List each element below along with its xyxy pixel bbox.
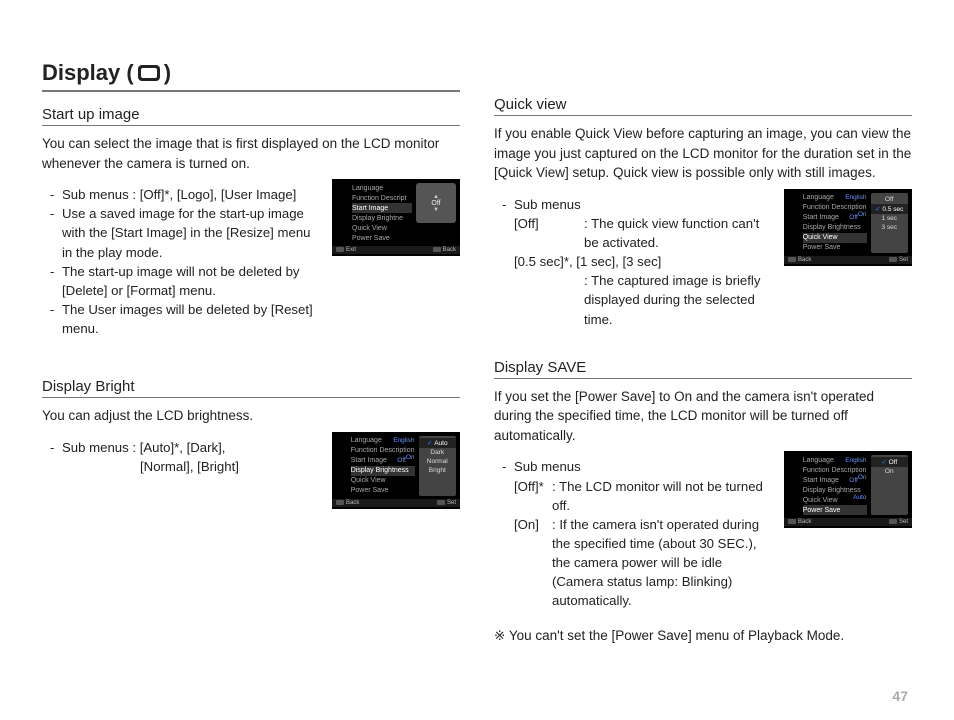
quick-footer-left: Back xyxy=(788,257,811,263)
section-bright-intro: You can adjust the LCD brightness. xyxy=(42,406,460,426)
save-submenus-label: Sub menus xyxy=(514,457,581,476)
section-quick-heading: Quick view xyxy=(494,96,912,116)
bright-screen: LanguageEnglishFunction DescriptionOnSta… xyxy=(332,432,460,509)
quick-times-label: [0.5 sec]*, [1 sec], [3 sec] xyxy=(514,252,772,271)
bright-screen-options: AutoDarkNormalBright xyxy=(419,436,456,496)
section-startup-intro: You can select the image that is first d… xyxy=(42,134,460,173)
startup-bullet-3: The start-up image will not be deleted b… xyxy=(62,262,320,300)
left-column: Display ( ) Start up image You can selec… xyxy=(42,60,460,652)
quick-screen-options: Off0.5 sec1 sec3 sec xyxy=(871,193,908,253)
section-startup-heading: Start up image xyxy=(42,106,460,126)
save-screen: LanguageEnglishFunction DescriptionOnSta… xyxy=(784,451,912,528)
startup-popup-value: Off xyxy=(431,200,440,207)
page-number: 47 xyxy=(892,688,908,704)
section-bright-bullets: - Sub menus : [Auto]*, [Dark], [Normal],… xyxy=(50,438,320,476)
save-off-desc: : The LCD monitor will not be turned off… xyxy=(552,477,772,515)
save-on-desc: : If the camera isn't operated during th… xyxy=(552,515,772,611)
page-title-text-1: Display ( xyxy=(42,60,134,86)
section-quick-intro: If you enable Quick View before capturin… xyxy=(494,124,912,183)
section-startup-bullets: -Sub menus : [Off]*, [Logo], [User Image… xyxy=(50,185,320,338)
save-footer-right: Set xyxy=(889,519,908,525)
startup-footer-right: Back xyxy=(433,247,456,253)
quick-off-label: [Off] xyxy=(514,214,584,252)
display-icon xyxy=(138,65,160,81)
save-on-label: [On] xyxy=(514,515,552,611)
startup-screen-popup: ▲ Off ▼ xyxy=(416,183,456,223)
page-title: Display ( ) xyxy=(42,60,460,92)
startup-bullet-1: Sub menus : [Off]*, [Logo], [User Image] xyxy=(62,185,296,204)
section-save-bullets: -Sub menus [Off]* : The LCD monitor will… xyxy=(502,457,772,610)
quick-screen: LanguageEnglishFunction DescriptionOnSta… xyxy=(784,189,912,266)
page-title-text-2: ) xyxy=(164,60,171,86)
section-quick-bullets: -Sub menus [Off] : The quick view functi… xyxy=(502,195,772,329)
quick-footer-right: Set xyxy=(889,257,908,263)
section-save-heading: Display SAVE xyxy=(494,359,912,379)
section-save-intro: If you set the [Power Save] to On and th… xyxy=(494,387,912,446)
startup-bullet-4: The User images will be deleted by [Rese… xyxy=(62,300,320,338)
startup-bullet-2: Use a saved image for the start-up image… xyxy=(62,204,320,261)
startup-screen: LanguageFunction DescriptStart ImageDisp… xyxy=(332,179,460,256)
quick-times-desc: : The captured image is briefly displaye… xyxy=(514,271,772,328)
save-screen-options: OffOn xyxy=(871,455,908,515)
right-column: Quick view If you enable Quick View befo… xyxy=(494,60,912,652)
bright-footer-left: Back xyxy=(336,500,359,506)
save-note: ※ You can't set the [Power Save] menu of… xyxy=(494,626,912,646)
quick-submenus-label: Sub menus xyxy=(514,195,581,214)
save-footer-left: Back xyxy=(788,519,811,525)
quick-off-desc: : The quick view function can't be activ… xyxy=(584,214,772,252)
section-bright-heading: Display Bright xyxy=(42,378,460,398)
startup-footer-left: Exit xyxy=(336,247,356,253)
bright-bullet-1b: [Normal], [Bright] xyxy=(62,459,239,474)
save-off-label: [Off]* xyxy=(514,477,552,515)
bright-footer-right: Set xyxy=(437,500,456,506)
bright-bullet-1: Sub menus : [Auto]*, [Dark], xyxy=(62,440,225,455)
